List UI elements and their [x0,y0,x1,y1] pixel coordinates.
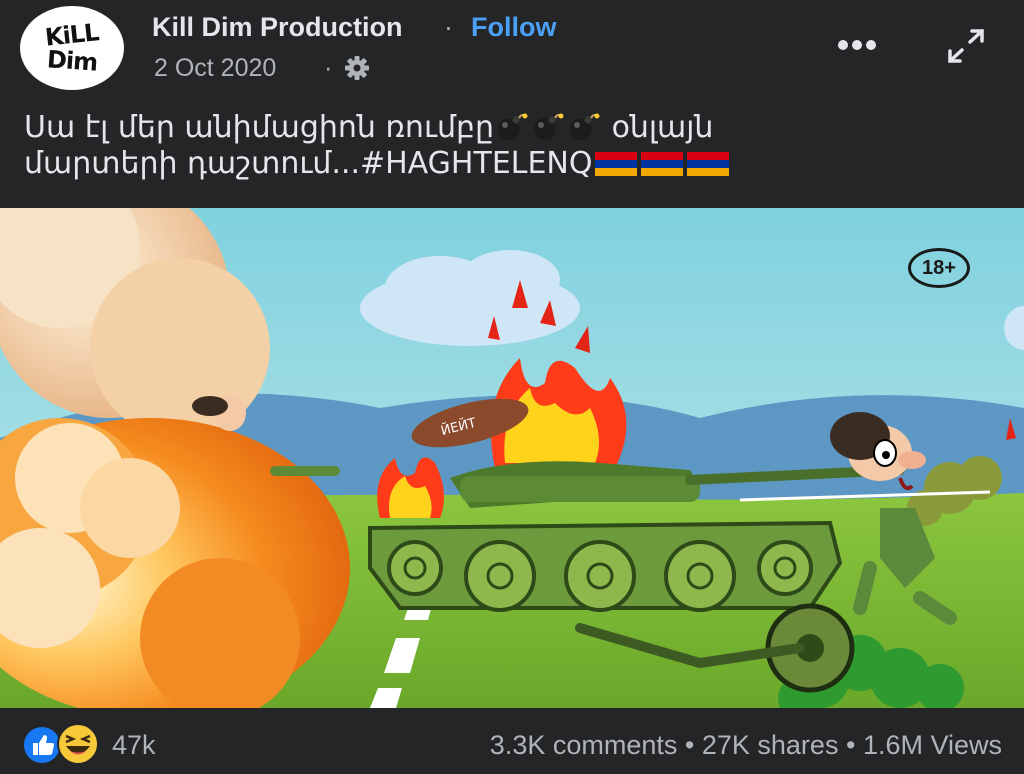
armenia-flag-icon [594,152,637,176]
stats-separator: • [684,730,695,760]
stats-separator: • [845,730,856,760]
avatar-text-line2: Dim [46,45,98,77]
age-rating-badge: 18+ [908,248,970,288]
armenia-flag-icon [686,152,729,176]
caption-hashtag-text[interactable]: մարտերի դաշտում...#HAGHTELENQ [24,146,593,181]
post-header: KiLL Dim Kill Dim Production · Follow 2 … [0,0,1024,100]
more-dots-icon[interactable] [834,32,880,58]
bomb-icon [498,113,528,140]
caption-text: Սա էլ մեր անիմացիոն ռումբը [24,110,495,145]
gear-icon [345,56,369,80]
bomb-icon [534,113,564,140]
separator-dot: · [324,54,333,82]
views-count: 1.6M Views [862,730,1002,760]
separator-dot: · [444,12,453,42]
caption-line-1: Սա էլ մեր անիմացիոն ռումբը օնլայն [24,110,1014,146]
caption-line-2: մարտերի դաշտում...#HAGHTELENQ [24,146,1014,182]
expand-icon[interactable] [944,26,988,66]
shares-count[interactable]: 27K shares [702,730,839,760]
cartoon-scene-image: ЙЕЙТ [0,208,1024,708]
post-stats: 3.3K comments • 27K shares • 1.6M Views [490,730,1002,761]
bomb-icon [570,113,600,140]
post-date[interactable]: 2 Oct 2020 [154,54,276,83]
post-caption: Սա էլ մեր անիմացիոն ռումբը օնլայն մարտեր… [24,110,1014,182]
haha-reaction-icon[interactable] [56,722,100,766]
follow-button[interactable]: Follow [471,12,556,43]
caption-text: օնլայն [611,110,714,145]
armenia-flag-icon [640,152,683,176]
comments-count[interactable]: 3.3K comments [490,730,678,760]
post-video[interactable]: ЙЕЙТ 18+ [0,208,1024,708]
page-name[interactable]: Kill Dim Production [152,12,403,43]
reaction-count[interactable]: 47k [112,730,156,761]
avatar[interactable]: KiLL Dim [20,6,124,90]
